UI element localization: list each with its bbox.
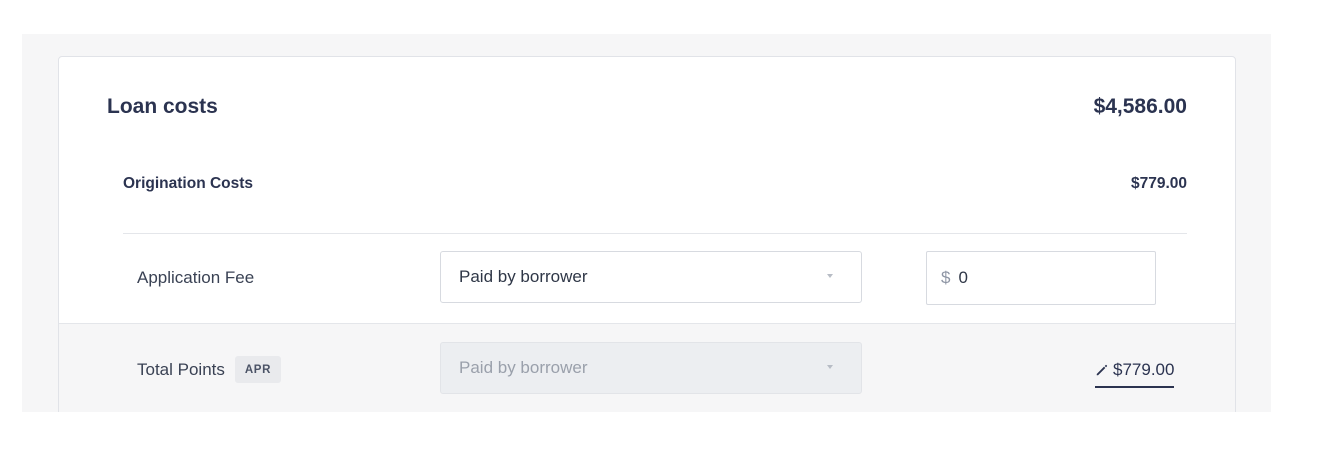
row-label: Application Fee xyxy=(137,268,255,287)
fee-row-application-fee: Application Fee Paid by borrower $ 0 xyxy=(123,234,1186,324)
pencil-icon xyxy=(1096,364,1108,376)
card-title: Loan costs xyxy=(107,95,218,118)
row-label: Total Points APR xyxy=(137,356,281,383)
currency-symbol: $ xyxy=(941,268,951,287)
payer-select-disabled: Paid by borrower xyxy=(440,342,862,394)
chevron-down-icon xyxy=(827,274,833,278)
card-header: Loan costs $4,586.00 xyxy=(107,95,1187,119)
payer-select-value: Paid by borrower xyxy=(459,358,588,377)
apr-badge: APR xyxy=(234,356,281,383)
edit-amount-value: $779.00 xyxy=(1113,360,1175,379)
section-header: Origination Costs $779.00 xyxy=(123,175,1187,193)
card-total: $4,586.00 xyxy=(1093,95,1187,118)
amount-input-value: 0 xyxy=(958,268,968,287)
amount-input[interactable]: $ 0 xyxy=(926,251,1156,305)
edit-amount-link[interactable]: $779.00 xyxy=(1095,360,1175,388)
section-total: $779.00 xyxy=(1130,175,1187,192)
section-title: Origination Costs xyxy=(123,175,254,192)
row-label-text: Total Points xyxy=(137,359,225,379)
payer-select[interactable]: Paid by borrower xyxy=(440,251,862,303)
loan-costs-card: Loan costs $4,586.00 Origination Costs $… xyxy=(58,56,1236,412)
page-background: Loan costs $4,586.00 Origination Costs $… xyxy=(22,34,1271,412)
payer-select-value: Paid by borrower xyxy=(459,267,588,286)
chevron-down-icon xyxy=(827,365,833,369)
fee-row-total-points: Total Points APR Paid by borrower $779.0… xyxy=(59,323,1235,412)
